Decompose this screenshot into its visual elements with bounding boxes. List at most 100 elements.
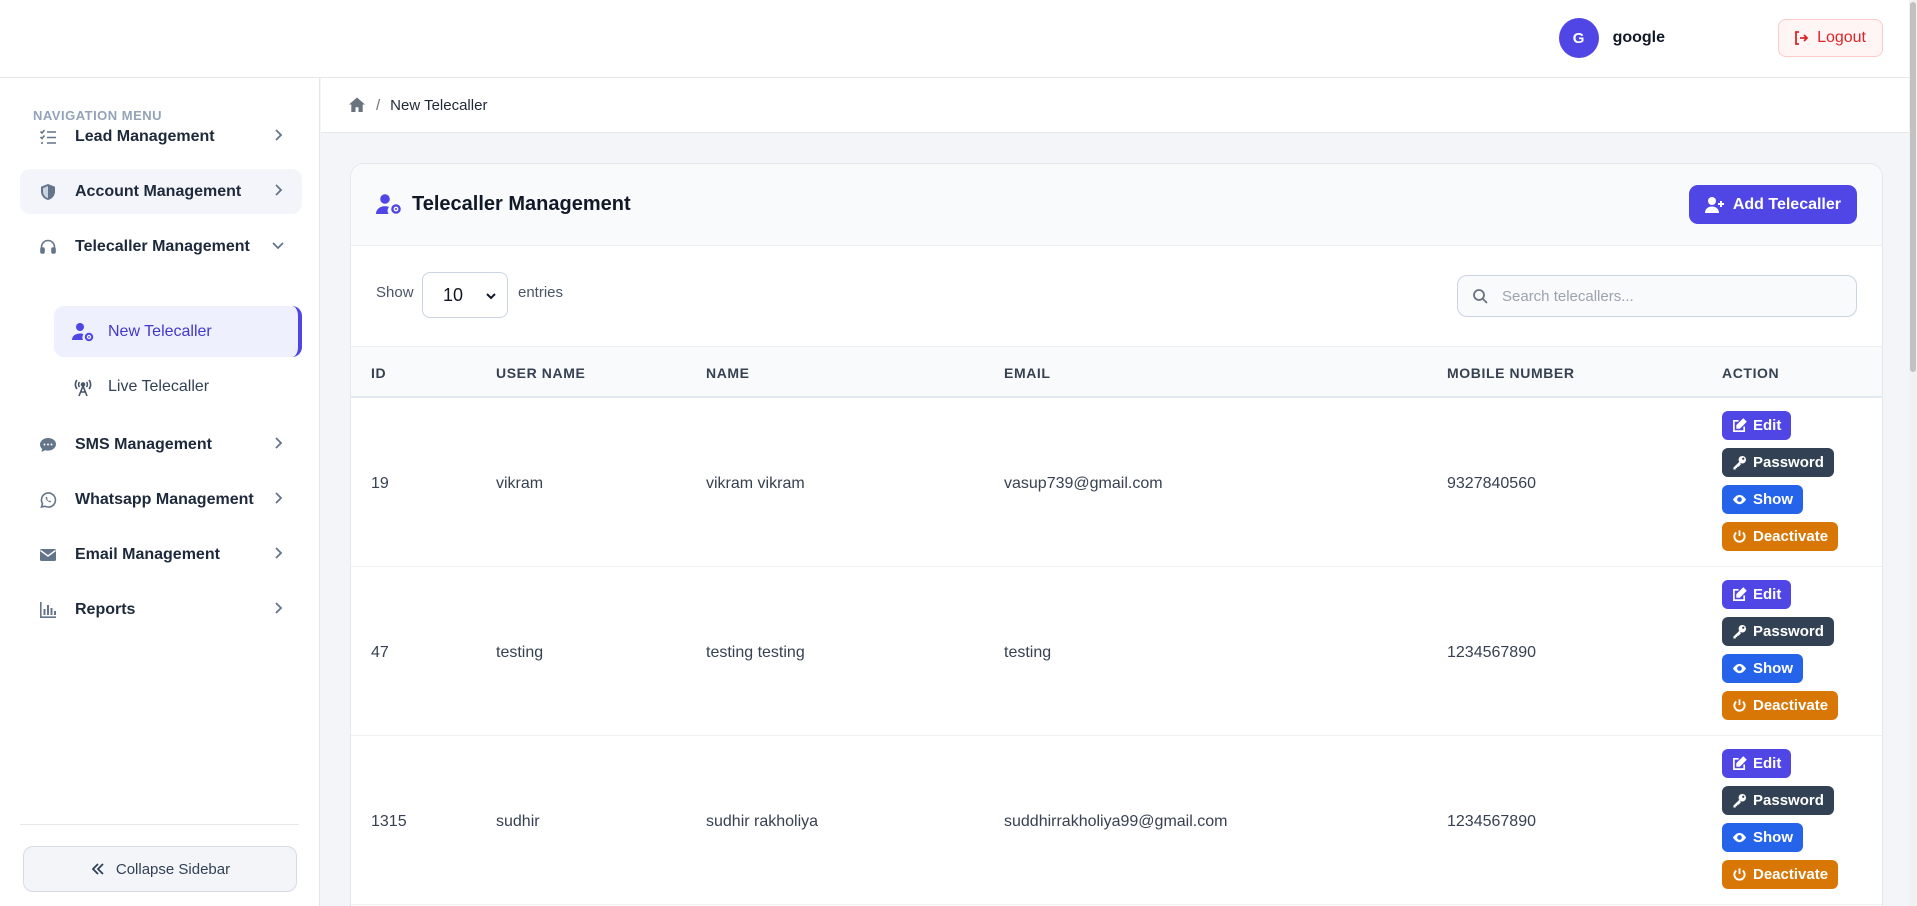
logout-label: Logout [1817,29,1866,46]
cell-id: 1315 [371,813,407,830]
chevron-right-icon [275,602,283,614]
collapse-sidebar-button[interactable]: Collapse Sidebar [23,846,297,892]
edit-icon [1733,418,1747,432]
telecaller-card: Telecaller Management Add Telecaller Sho… [350,163,1883,906]
search-icon [1473,289,1488,304]
table-header: ID USER NAME NAME EMAIL MOBILE NUMBER AC… [351,346,1882,398]
sidebar-item-email-management[interactable]: Email Management [20,532,302,577]
password-label: Password [1753,454,1824,471]
user-menu[interactable]: G google [1558,18,1665,58]
cell-username: sudhir [496,813,540,830]
sidebar: NAVIGATION MENU Lead Management Account … [0,78,320,906]
sidebar-item-label: Telecaller Management [75,237,250,255]
chevron-right-icon [275,129,283,141]
sidebar-item-reports[interactable]: Reports [20,587,302,632]
sidebar-item-sms-management[interactable]: SMS Management [20,422,302,467]
eye-icon [1732,663,1747,674]
chevron-down-icon [272,242,284,250]
password-button[interactable]: Password [1722,448,1834,477]
deactivate-button[interactable]: Deactivate [1722,860,1839,889]
table-row: 47 testing testing testing testing 12345… [351,567,1882,736]
card-title-text: Telecaller Management [412,192,631,215]
table-row: 19 vikram vikram vikram vasup739@gmail.c… [351,398,1882,567]
cell-name: testing testing [706,644,805,661]
logout-button[interactable]: Logout [1778,19,1883,57]
sidebar-subitem-new-telecaller[interactable]: New Telecaller [54,306,302,357]
home-icon[interactable] [348,96,366,114]
user-gear-icon [376,194,401,214]
chevron-right-icon [275,547,283,559]
table-controls: Show 10 entries Search telecallers... [351,246,1882,346]
cell-username: vikram [496,475,544,492]
card-header: Telecaller Management Add Telecaller [351,164,1882,246]
shield-icon [38,182,58,202]
double-chevron-left-icon [91,863,104,875]
edit-button[interactable]: Edit [1722,749,1792,778]
show-button[interactable]: Show [1722,823,1803,852]
page-scrollbar[interactable] [1909,0,1917,906]
cell-mobile: 1234567890 [1447,813,1536,830]
add-telecaller-button[interactable]: Add Telecaller [1688,185,1857,224]
password-button[interactable]: Password [1722,617,1834,646]
sign-out-icon [1795,31,1809,45]
column-header-username[interactable]: USER NAME [496,365,585,381]
deactivate-label: Deactivate [1753,866,1829,883]
column-header-name[interactable]: NAME [706,365,750,381]
column-header-email[interactable]: EMAIL [1004,365,1051,381]
scrollbar-thumb[interactable] [1910,2,1916,372]
power-icon [1733,868,1746,881]
headset-icon [38,237,58,257]
row-actions: Edit Password Show Deactivate [1722,749,1839,889]
password-label: Password [1753,623,1824,640]
edit-button[interactable]: Edit [1722,411,1792,440]
chevron-right-icon [275,437,283,449]
show-button[interactable]: Show [1722,654,1803,683]
entries-select[interactable]: 10 [422,272,508,318]
edit-icon [1733,756,1747,770]
cell-id: 47 [371,644,389,661]
eye-icon [1732,494,1747,505]
sidebar-item-whatsapp-management[interactable]: Whatsapp Management [20,477,302,522]
search-input[interactable]: Search telecallers... [1457,275,1857,317]
deactivate-label: Deactivate [1753,528,1829,545]
sidebar-item-account-management[interactable]: Account Management [20,169,302,214]
sidebar-item-label: Account Management [75,182,242,200]
password-button[interactable]: Password [1722,786,1834,815]
divider [20,824,299,825]
edit-button[interactable]: Edit [1722,580,1792,609]
deactivate-button[interactable]: Deactivate [1722,522,1839,551]
sidebar-subitem-label: New Telecaller [108,322,212,340]
key-icon [1733,455,1747,470]
sidebar-item-label: Lead Management [75,127,215,145]
breadcrumb: / New Telecaller [321,78,1917,133]
row-actions: Edit Password Show Deactivate [1722,411,1839,551]
edit-label: Edit [1753,755,1782,772]
cell-name: sudhir rakholiya [706,813,819,830]
user-gear-icon [72,321,94,343]
sidebar-item-telecaller-management[interactable]: Telecaller Management [20,224,302,269]
breadcrumb-current: New Telecaller [390,96,488,114]
column-header-action: ACTION [1722,365,1780,381]
entries-value: 10 [443,284,464,305]
column-header-mobile[interactable]: MOBILE NUMBER [1447,365,1575,381]
cell-mobile: 9327840560 [1447,475,1536,492]
sidebar-subitem-label: Live Telecaller [108,377,210,395]
power-icon [1733,699,1746,712]
sidebar-subitem-live-telecaller[interactable]: Live Telecaller [54,361,302,412]
show-button[interactable]: Show [1722,485,1803,514]
page-title: Telecaller Management [376,192,631,216]
sidebar-item-lead-management[interactable]: Lead Management [20,114,302,159]
power-icon [1733,530,1746,543]
whatsapp-icon [38,490,58,510]
cell-email: testing [1004,644,1052,661]
deactivate-button[interactable]: Deactivate [1722,691,1839,720]
edit-icon [1733,587,1747,601]
sidebar-item-label: SMS Management [75,435,212,453]
avatar[interactable]: G [1558,18,1599,58]
sidebar-item-label: Whatsapp Management [75,490,254,508]
cell-mobile: 1234567890 [1447,644,1536,661]
chevron-right-icon [275,184,283,196]
bar-chart-icon [38,600,58,620]
column-header-id[interactable]: ID [371,365,386,381]
edit-label: Edit [1753,417,1782,434]
